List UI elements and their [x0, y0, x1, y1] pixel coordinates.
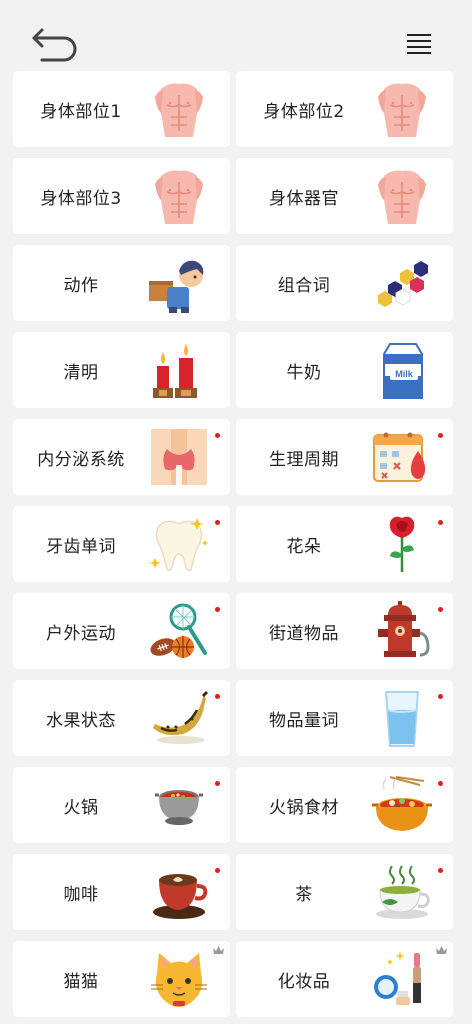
- category-card[interactable]: 内分泌系统: [13, 419, 230, 495]
- category-label: 清明: [63, 362, 99, 383]
- category-card[interactable]: 身体部位2: [236, 71, 453, 147]
- category-card[interactable]: 花朵: [236, 506, 453, 582]
- category-card[interactable]: 街道物品: [236, 593, 453, 669]
- coffee-cup-icon: [147, 862, 211, 922]
- category-card[interactable]: 身体部位1: [13, 71, 230, 147]
- category-card[interactable]: 化妆品: [236, 941, 453, 1017]
- category-label: 户外运动: [46, 623, 116, 644]
- milk-carton-icon: [370, 340, 434, 400]
- water-glass-icon: [370, 688, 434, 748]
- torso-icon: [370, 166, 434, 226]
- tooth-icon: [147, 514, 211, 574]
- category-card[interactable]: 身体器官: [236, 158, 453, 234]
- torso-icon: [370, 79, 434, 139]
- new-badge-dot: [215, 520, 220, 525]
- category-label: 身体部位3: [40, 188, 122, 209]
- hamburger-menu-icon: [407, 34, 431, 54]
- category-grid: 身体部位1 身体部位2 身体部位3 身体器官动作 组合词清明 牛奶内分泌系统 生理周期牙齿单…: [13, 71, 459, 1017]
- new-badge-dot: [438, 607, 443, 612]
- category-card[interactable]: 牙齿单词: [13, 506, 230, 582]
- thyroid-icon: [147, 427, 211, 487]
- category-card[interactable]: 牛奶: [236, 332, 453, 408]
- menu-button[interactable]: [404, 33, 434, 57]
- new-badge-dot: [438, 694, 443, 699]
- category-label: 身体器官: [269, 188, 339, 209]
- category-card[interactable]: 物品量词: [236, 680, 453, 756]
- hotpot-ingredients-icon: [370, 775, 434, 835]
- category-card[interactable]: 身体部位3: [13, 158, 230, 234]
- category-label: 牙齿单词: [46, 536, 116, 557]
- new-badge-dot: [438, 868, 443, 873]
- category-card[interactable]: 户外运动: [13, 593, 230, 669]
- category-label: 咖啡: [63, 884, 99, 905]
- category-card[interactable]: 咖啡: [13, 854, 230, 930]
- category-label: 身体部位2: [263, 101, 345, 122]
- crown-icon: [213, 946, 224, 954]
- crown-icon: [436, 946, 447, 954]
- category-label: 花朵: [286, 536, 322, 557]
- new-badge-dot: [438, 520, 443, 525]
- new-badge-dot: [215, 433, 220, 438]
- banana-icon: [147, 688, 211, 748]
- category-label: 牛奶: [286, 362, 322, 383]
- new-badge-dot: [215, 781, 220, 786]
- category-label: 动作: [63, 275, 99, 296]
- category-label: 内分泌系统: [37, 449, 125, 470]
- delivery-boy-icon: [147, 253, 211, 313]
- category-card[interactable]: 清明: [13, 332, 230, 408]
- category-card[interactable]: 火锅: [13, 767, 230, 843]
- category-card[interactable]: 茶: [236, 854, 453, 930]
- category-label: 水果状态: [46, 710, 116, 731]
- category-card[interactable]: 猫猫: [13, 941, 230, 1017]
- torso-icon: [147, 166, 211, 226]
- back-arrow-icon: [32, 28, 77, 62]
- category-label: 组合词: [277, 275, 331, 296]
- new-badge-dot: [438, 433, 443, 438]
- new-badge-dot: [215, 607, 220, 612]
- back-button[interactable]: [30, 26, 80, 62]
- category-card[interactable]: 水果状态: [13, 680, 230, 756]
- rose-icon: [370, 514, 434, 574]
- fire-hydrant-icon: [370, 601, 434, 661]
- torso-icon: [147, 79, 211, 139]
- category-label: 火锅: [63, 797, 99, 818]
- top-bar: [0, 0, 472, 68]
- period-calendar-icon: [370, 427, 434, 487]
- cosmetics-icon: [370, 949, 434, 1009]
- category-card[interactable]: 火锅食材: [236, 767, 453, 843]
- new-badge-dot: [215, 868, 220, 873]
- cat-face-icon: [147, 949, 211, 1009]
- category-label: 化妆品: [277, 971, 331, 992]
- category-card[interactable]: 动作: [13, 245, 230, 321]
- tea-cup-icon: [370, 862, 434, 922]
- category-card[interactable]: 生理周期: [236, 419, 453, 495]
- hotpot-icon: [147, 775, 211, 835]
- category-label: 街道物品: [269, 623, 339, 644]
- new-badge-dot: [215, 694, 220, 699]
- category-card[interactable]: 组合词: [236, 245, 453, 321]
- category-label: 生理周期: [269, 449, 339, 470]
- category-label: 身体部位1: [40, 101, 122, 122]
- sports-balls-icon: [147, 601, 211, 661]
- molecule-icon: [370, 253, 434, 313]
- category-label: 火锅食材: [269, 797, 339, 818]
- category-label: 物品量词: [269, 710, 339, 731]
- candles-icon: [147, 340, 211, 400]
- category-label: 猫猫: [63, 971, 99, 992]
- new-badge-dot: [438, 781, 443, 786]
- category-label: 茶: [295, 884, 313, 905]
